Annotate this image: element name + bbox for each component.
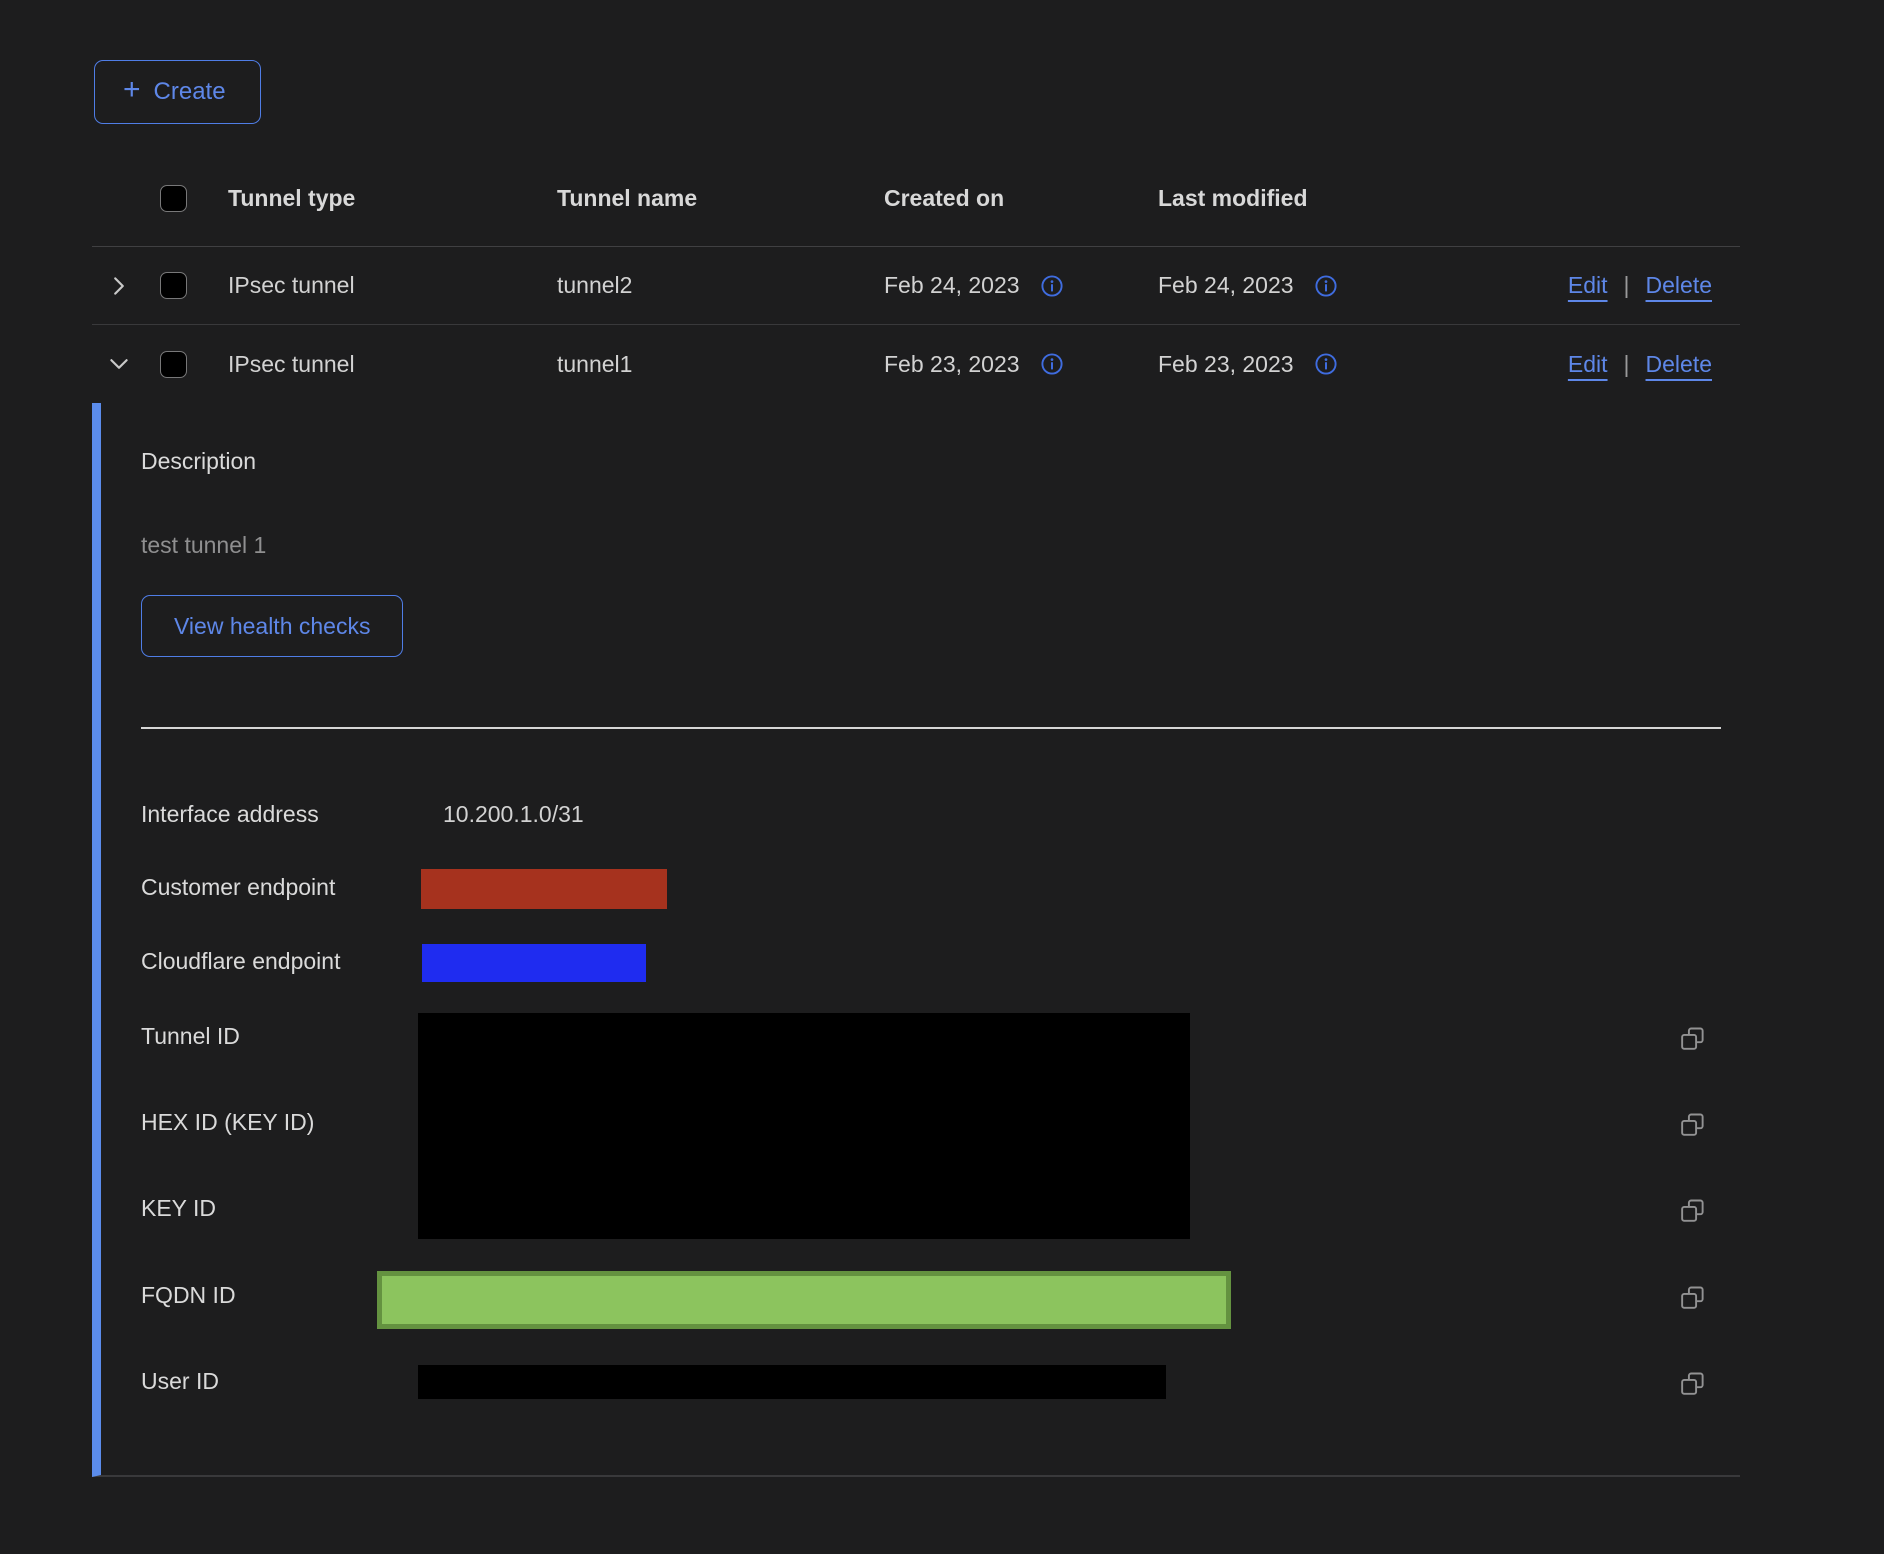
col-header-created-on: Created on	[872, 185, 1146, 212]
section-divider	[141, 727, 1721, 729]
copy-icon[interactable]	[1679, 1284, 1706, 1311]
view-health-checks-label: View health checks	[174, 613, 370, 640]
table-row: IPsec tunnel tunnel1 Feb 23, 2023 Feb	[92, 325, 1740, 403]
edit-link[interactable]: Edit	[1568, 351, 1608, 378]
expand-cell	[92, 273, 148, 299]
tunnel-details-panel: Description test tunnel 1 View health ch…	[92, 403, 1740, 1477]
description-label: Description	[141, 448, 256, 475]
copy-icon[interactable]	[1679, 1025, 1706, 1052]
plus-icon: +	[123, 75, 141, 105]
row-actions-cell: Edit | Delete	[1420, 272, 1740, 299]
edit-link[interactable]: Edit	[1568, 272, 1608, 299]
ids-redacted-value	[418, 1013, 1190, 1239]
table-header-row: Tunnel type Tunnel name Created on Last …	[92, 150, 1740, 247]
row-checkbox[interactable]	[160, 272, 187, 299]
delete-link[interactable]: Delete	[1646, 351, 1712, 378]
info-icon[interactable]	[1314, 352, 1338, 376]
create-button[interactable]: + Create	[94, 60, 261, 124]
interface-address-value: 10.200.1.0/31	[443, 801, 584, 828]
col-header-tunnel-type: Tunnel type	[216, 185, 545, 212]
user-id-label: User ID	[141, 1368, 219, 1395]
action-separator: |	[1624, 351, 1630, 378]
chevron-right-icon[interactable]	[106, 273, 132, 299]
tunnel-type-cell: IPsec tunnel	[216, 272, 545, 299]
select-all-cell	[148, 185, 216, 212]
tunnel-type-cell: IPsec tunnel	[216, 351, 545, 378]
fqdn-id-redacted-value	[377, 1271, 1231, 1329]
tunnel-name-cell: tunnel1	[545, 351, 872, 378]
expand-cell	[92, 351, 148, 377]
description-value: test tunnel 1	[141, 532, 266, 559]
created-on-cell: Feb 24, 2023	[872, 272, 1146, 299]
tunnel-id-label: Tunnel ID	[141, 1023, 240, 1050]
cloudflare-endpoint-redacted-value	[422, 944, 646, 982]
hex-id-label: HEX ID (KEY ID)	[141, 1109, 314, 1136]
interface-address-label: Interface address	[141, 801, 319, 828]
col-header-tunnel-name: Tunnel name	[545, 185, 872, 212]
last-modified-cell: Feb 23, 2023	[1146, 351, 1420, 378]
info-icon[interactable]	[1040, 352, 1064, 376]
info-icon[interactable]	[1314, 274, 1338, 298]
chevron-down-icon[interactable]	[106, 351, 132, 377]
action-separator: |	[1624, 272, 1630, 299]
last-modified-cell: Feb 24, 2023	[1146, 272, 1420, 299]
customer-endpoint-label: Customer endpoint	[141, 874, 335, 901]
row-select-cell	[148, 351, 216, 378]
tunnels-table: Tunnel type Tunnel name Created on Last …	[92, 150, 1740, 1477]
row-select-cell	[148, 272, 216, 299]
row-checkbox[interactable]	[160, 351, 187, 378]
create-button-label: Create	[154, 78, 226, 106]
tunnels-page: + Create Tunnel type Tunnel name Created…	[0, 0, 1884, 1554]
view-health-checks-button[interactable]: View health checks	[141, 595, 403, 657]
created-on-cell: Feb 23, 2023	[872, 351, 1146, 378]
info-icon[interactable]	[1040, 274, 1064, 298]
table-row: IPsec tunnel tunnel2 Feb 24, 2023 Feb	[92, 247, 1740, 325]
key-id-label: KEY ID	[141, 1195, 216, 1222]
tunnel-name-cell: tunnel2	[545, 272, 872, 299]
copy-icon[interactable]	[1679, 1111, 1706, 1138]
user-id-redacted-value	[418, 1365, 1166, 1399]
last-modified-value: Feb 24, 2023	[1158, 272, 1294, 299]
cloudflare-endpoint-label: Cloudflare endpoint	[141, 948, 340, 975]
row-actions-cell: Edit | Delete	[1420, 351, 1740, 378]
select-all-checkbox[interactable]	[160, 185, 187, 212]
last-modified-value: Feb 23, 2023	[1158, 351, 1294, 378]
fqdn-id-label: FQDN ID	[141, 1282, 236, 1309]
tunnels-content: + Create Tunnel type Tunnel name Created…	[92, 60, 1740, 1477]
created-on-value: Feb 23, 2023	[884, 351, 1020, 378]
copy-icon[interactable]	[1679, 1197, 1706, 1224]
created-on-value: Feb 24, 2023	[884, 272, 1020, 299]
col-header-last-modified: Last modified	[1146, 185, 1420, 212]
copy-icon[interactable]	[1679, 1370, 1706, 1397]
delete-link[interactable]: Delete	[1646, 272, 1712, 299]
customer-endpoint-redacted-value	[421, 869, 667, 909]
